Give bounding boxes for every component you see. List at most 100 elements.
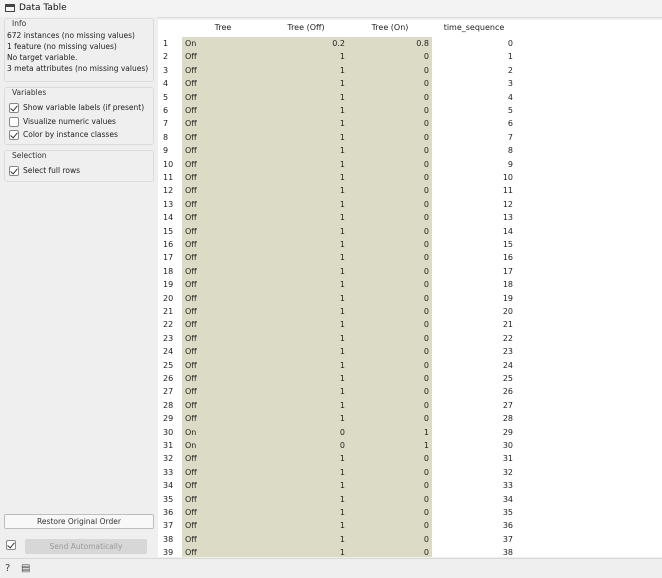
cell-tree[interactable]: Off bbox=[182, 519, 264, 533]
cell-time-sequence[interactable]: 31 bbox=[432, 452, 516, 466]
cell-tree-on[interactable]: 0 bbox=[348, 465, 432, 480]
cell-tree[interactable]: Off bbox=[182, 398, 264, 413]
cell-tree-on[interactable]: 0 bbox=[348, 117, 432, 131]
cell-tree[interactable]: Off bbox=[182, 144, 264, 158]
cell-tree-off[interactable]: 1 bbox=[264, 77, 348, 91]
cell-tree[interactable]: Off bbox=[182, 546, 264, 557]
cell-time-sequence[interactable]: 29 bbox=[432, 425, 516, 439]
cell-time-sequence[interactable]: 3 bbox=[432, 77, 516, 91]
cell-tree-on[interactable]: 0 bbox=[348, 412, 432, 426]
cell-tree[interactable]: Off bbox=[182, 492, 264, 506]
cell-tree-on[interactable]: 0 bbox=[348, 157, 432, 171]
cell-tree-off[interactable]: 1 bbox=[264, 532, 348, 547]
column-header-tree-off[interactable]: Tree (Off) bbox=[264, 20, 348, 36]
cell-tree[interactable]: Off bbox=[182, 238, 264, 252]
cell-time-sequence[interactable]: 24 bbox=[432, 358, 516, 372]
cell-tree-on[interactable]: 0 bbox=[348, 171, 432, 185]
cell-time-sequence[interactable]: 15 bbox=[432, 238, 516, 252]
cell-tree[interactable]: Off bbox=[182, 104, 264, 118]
cell-tree[interactable]: Off bbox=[182, 532, 264, 547]
cell-tree-off[interactable]: 1 bbox=[264, 318, 348, 332]
cell-time-sequence[interactable]: 25 bbox=[432, 372, 516, 386]
cell-time-sequence[interactable]: 32 bbox=[432, 465, 516, 480]
cell-tree-off[interactable]: 0.2 bbox=[264, 37, 348, 51]
cell-time-sequence[interactable]: 8 bbox=[432, 144, 516, 158]
cell-time-sequence[interactable]: 28 bbox=[432, 412, 516, 426]
cell-tree-on[interactable]: 0 bbox=[348, 251, 432, 265]
cell-tree-off[interactable]: 1 bbox=[264, 264, 348, 279]
cell-tree-off[interactable]: 1 bbox=[264, 157, 348, 171]
cell-tree-off[interactable]: 1 bbox=[264, 130, 348, 145]
cell-tree-off[interactable]: 1 bbox=[264, 385, 348, 399]
cell-tree-on[interactable]: 0 bbox=[348, 197, 432, 212]
cell-tree-off[interactable]: 1 bbox=[264, 479, 348, 493]
visualize-numeric-checkbox[interactable] bbox=[9, 117, 19, 127]
cell-tree-off[interactable]: 1 bbox=[264, 104, 348, 118]
cell-time-sequence[interactable]: 35 bbox=[432, 506, 516, 520]
column-header-tree[interactable]: Tree bbox=[182, 20, 264, 36]
cell-tree[interactable]: Off bbox=[182, 184, 264, 198]
cell-tree-on[interactable]: 0 bbox=[348, 50, 432, 64]
cell-time-sequence[interactable]: 11 bbox=[432, 184, 516, 198]
cell-tree[interactable]: Off bbox=[182, 412, 264, 426]
cell-tree-off[interactable]: 1 bbox=[264, 546, 348, 557]
cell-tree-off[interactable]: 1 bbox=[264, 144, 348, 158]
cell-tree-on[interactable]: 0 bbox=[348, 519, 432, 533]
cell-tree-on[interactable]: 1 bbox=[348, 425, 432, 439]
cell-tree-on[interactable]: 0 bbox=[348, 546, 432, 557]
report-icon[interactable]: ▤ bbox=[21, 563, 30, 574]
cell-tree[interactable]: Off bbox=[182, 224, 264, 238]
cell-tree[interactable]: Off bbox=[182, 506, 264, 520]
cell-time-sequence[interactable]: 22 bbox=[432, 331, 516, 346]
cell-time-sequence[interactable]: 23 bbox=[432, 345, 516, 359]
cell-time-sequence[interactable]: 13 bbox=[432, 211, 516, 225]
cell-tree-on[interactable]: 0 bbox=[348, 238, 432, 252]
color-by-class-checkbox[interactable] bbox=[9, 130, 19, 140]
cell-tree[interactable]: On bbox=[182, 425, 264, 439]
cell-tree-on[interactable]: 0 bbox=[348, 358, 432, 372]
cell-time-sequence[interactable]: 6 bbox=[432, 117, 516, 131]
cell-tree-off[interactable]: 1 bbox=[264, 305, 348, 319]
cell-tree-on[interactable]: 1 bbox=[348, 439, 432, 453]
cell-tree[interactable]: Off bbox=[182, 264, 264, 279]
cell-tree[interactable]: Off bbox=[182, 197, 264, 212]
cell-time-sequence[interactable]: 16 bbox=[432, 251, 516, 265]
cell-tree-off[interactable]: 1 bbox=[264, 519, 348, 533]
cell-tree[interactable]: Off bbox=[182, 479, 264, 493]
cell-tree-on[interactable]: 0 bbox=[348, 372, 432, 386]
cell-tree-off[interactable]: 1 bbox=[264, 452, 348, 466]
cell-tree-on[interactable]: 0 bbox=[348, 144, 432, 158]
cell-tree-off[interactable]: 1 bbox=[264, 412, 348, 426]
cell-tree-on[interactable]: 0 bbox=[348, 318, 432, 332]
cell-time-sequence[interactable]: 7 bbox=[432, 130, 516, 145]
cell-tree-on[interactable]: 0 bbox=[348, 305, 432, 319]
cell-time-sequence[interactable]: 9 bbox=[432, 157, 516, 171]
cell-tree-off[interactable]: 1 bbox=[264, 358, 348, 372]
cell-tree-on[interactable]: 0 bbox=[348, 264, 432, 279]
cell-tree-off[interactable]: 1 bbox=[264, 184, 348, 198]
cell-time-sequence[interactable]: 34 bbox=[432, 492, 516, 506]
show-variable-labels-checkbox[interactable] bbox=[9, 103, 19, 113]
cell-tree-off[interactable]: 1 bbox=[264, 238, 348, 252]
cell-tree-off[interactable]: 1 bbox=[264, 224, 348, 238]
cell-time-sequence[interactable]: 36 bbox=[432, 519, 516, 533]
cell-time-sequence[interactable]: 10 bbox=[432, 171, 516, 185]
cell-tree-on[interactable]: 0.8 bbox=[348, 37, 432, 51]
cell-tree-on[interactable]: 0 bbox=[348, 184, 432, 198]
cell-tree[interactable]: Off bbox=[182, 465, 264, 480]
cell-time-sequence[interactable]: 18 bbox=[432, 278, 516, 292]
help-icon[interactable]: ? bbox=[5, 563, 10, 574]
cell-tree-on[interactable]: 0 bbox=[348, 224, 432, 238]
cell-tree[interactable]: Off bbox=[182, 117, 264, 131]
cell-tree-on[interactable]: 0 bbox=[348, 77, 432, 91]
cell-tree-on[interactable]: 0 bbox=[348, 130, 432, 145]
cell-time-sequence[interactable]: 21 bbox=[432, 318, 516, 332]
cell-tree-off[interactable]: 1 bbox=[264, 63, 348, 78]
cell-tree[interactable]: Off bbox=[182, 157, 264, 171]
cell-tree[interactable]: Off bbox=[182, 130, 264, 145]
cell-tree[interactable]: Off bbox=[182, 211, 264, 225]
cell-time-sequence[interactable]: 33 bbox=[432, 479, 516, 493]
cell-tree-on[interactable]: 0 bbox=[348, 90, 432, 104]
cell-tree[interactable]: On bbox=[182, 37, 264, 51]
cell-tree-on[interactable]: 0 bbox=[348, 63, 432, 78]
